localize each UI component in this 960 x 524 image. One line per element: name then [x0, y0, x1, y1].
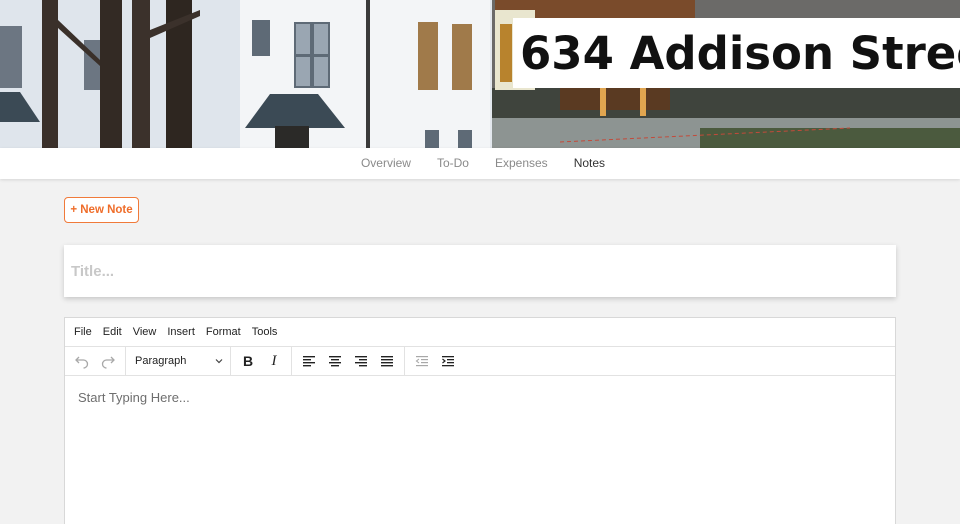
align-left-button[interactable] — [296, 349, 322, 373]
tab-navigation: Overview To-Do Expenses Notes — [0, 148, 960, 179]
menu-view[interactable]: View — [133, 326, 157, 338]
outdent-button[interactable] — [409, 349, 435, 373]
tab-to-do[interactable]: To-Do — [437, 148, 469, 179]
align-center-icon — [329, 356, 341, 367]
italic-icon: I — [271, 352, 277, 369]
italic-button[interactable]: I — [261, 349, 287, 373]
redo-icon — [101, 356, 115, 369]
tab-overview[interactable]: Overview — [361, 148, 411, 179]
note-title-input[interactable] — [64, 245, 896, 297]
hero-banner: 634 Addison Street — [0, 0, 960, 148]
align-justify-button[interactable] — [374, 349, 400, 373]
rich-text-editor: File Edit View Insert Format Tools Parag… — [64, 317, 896, 524]
editor-content-area[interactable]: Start Typing Here... — [65, 376, 895, 420]
editor-placeholder: Start Typing Here... — [78, 390, 190, 405]
menu-edit[interactable]: Edit — [103, 326, 122, 338]
bold-icon: B — [242, 353, 254, 369]
bold-button[interactable]: B — [235, 349, 261, 373]
align-right-icon — [355, 356, 367, 367]
indent-group — [405, 347, 465, 375]
menu-file[interactable]: File — [74, 326, 92, 338]
indent-button[interactable] — [435, 349, 461, 373]
redo-button[interactable] — [95, 349, 121, 373]
history-group — [65, 347, 126, 375]
align-left-icon — [303, 356, 315, 367]
tab-notes[interactable]: Notes — [574, 148, 605, 179]
new-note-button[interactable]: + New Note — [64, 197, 139, 223]
align-right-button[interactable] — [348, 349, 374, 373]
editor-toolbar: Paragraph B I — [65, 347, 895, 376]
outdent-icon — [415, 356, 428, 367]
hero-title-box: 634 Addison Street — [513, 18, 960, 88]
note-title-card — [64, 245, 896, 297]
align-center-button[interactable] — [322, 349, 348, 373]
text-style-group: B I — [231, 347, 292, 375]
block-format-select[interactable]: Paragraph — [130, 349, 226, 373]
property-title: 634 Addison Street — [520, 26, 960, 80]
block-format-group: Paragraph — [126, 347, 231, 375]
alignment-group — [292, 347, 405, 375]
menu-format[interactable]: Format — [206, 326, 241, 338]
chevron-down-icon — [215, 359, 223, 364]
align-justify-icon — [381, 356, 393, 367]
block-format-value: Paragraph — [135, 355, 187, 367]
undo-button[interactable] — [69, 349, 95, 373]
undo-icon — [75, 356, 89, 369]
menu-insert[interactable]: Insert — [167, 326, 195, 338]
menu-tools[interactable]: Tools — [252, 326, 278, 338]
tab-expenses[interactable]: Expenses — [495, 148, 548, 179]
indent-icon — [442, 356, 454, 367]
editor-menubar: File Edit View Insert Format Tools — [65, 318, 895, 347]
